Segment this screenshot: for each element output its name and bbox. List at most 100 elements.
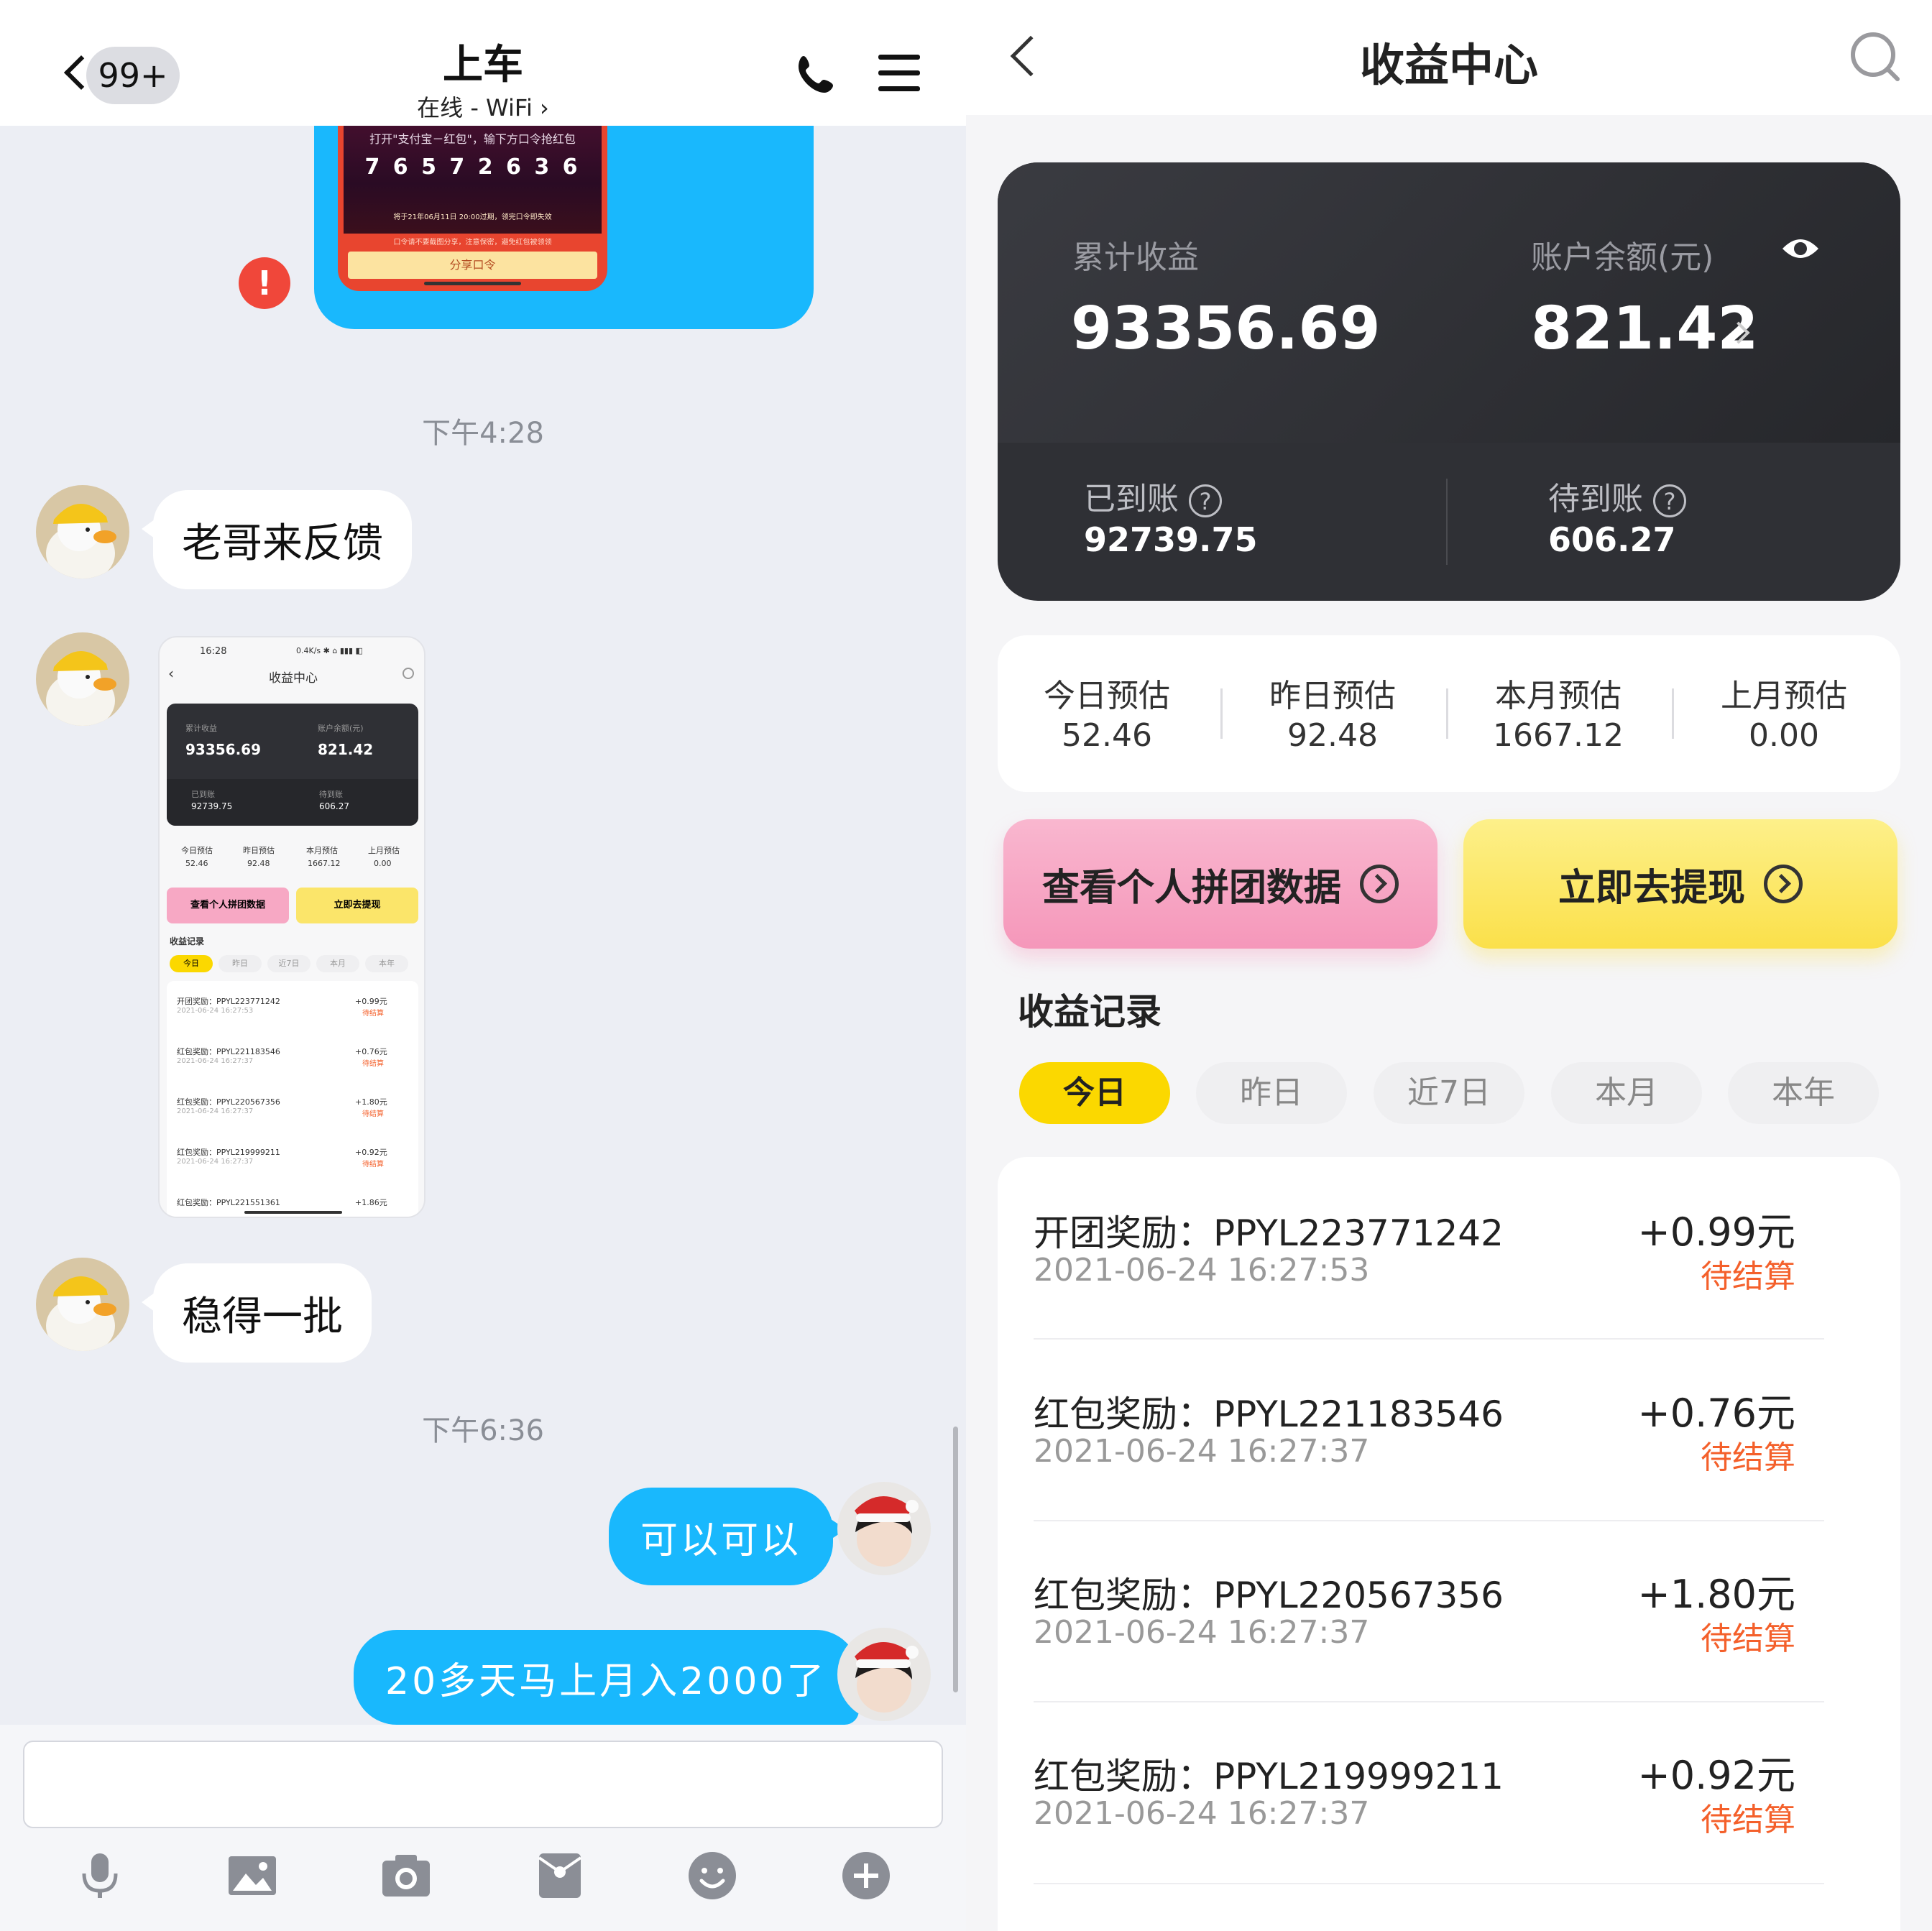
thumb-tab: 今日 [170, 955, 213, 972]
withdraw-label: 立即去提现 [1558, 866, 1745, 910]
balance-label: 账户余额(元) [1531, 239, 1714, 276]
send-failed-icon[interactable]: ! [239, 257, 290, 309]
estimate-label: 昨日预估 [1269, 678, 1396, 714]
phone-icon[interactable] [794, 52, 840, 98]
share-code-button[interactable]: 分享口令 [348, 252, 597, 279]
thumb-bal-label: 账户余额(元) [318, 724, 364, 733]
estimate-card: 今日预估 52.46 昨日预估 92.48 本月预估 1667.12 上月预估 … [998, 635, 1900, 792]
record-amount: +0.99元 [1637, 1209, 1795, 1255]
thumb-status-time: 16:28 [200, 646, 227, 657]
chat-scrollbar[interactable] [953, 1427, 958, 1692]
earnings-summary-card: 累计收益 账户余额(元) 93356.69 821.42 已到账 ? 待到账 ?… [998, 162, 1900, 601]
tab-month[interactable]: 本月 [1551, 1062, 1702, 1124]
thumb-est-value: 0.00 [374, 859, 392, 868]
help-icon[interactable]: ? [1189, 484, 1222, 517]
income-header: 收益中心 [966, 0, 1932, 115]
record-amount: +0.76元 [1637, 1391, 1795, 1436]
camera-icon[interactable] [381, 1851, 431, 1901]
message-bubble[interactable]: 老哥来反馈 [142, 490, 412, 589]
page-title: 收益中心 [1359, 39, 1538, 91]
thumb-records-title: 收益记录 [170, 936, 205, 946]
help-icon[interactable]: ? [1653, 484, 1686, 517]
message-text: 老哥来反馈 [182, 520, 383, 567]
message-bubble[interactable]: 稳得一批 [142, 1263, 372, 1363]
contact-avatar[interactable] [36, 1258, 129, 1351]
thumb-est-label: 本月预估 [306, 846, 338, 855]
thumb-est-value: 52.46 [185, 859, 208, 868]
thumb-dark-card: 累计收益 账户余额(元) 93356.69 821.42 已到账 待到账 927… [167, 704, 418, 826]
cumulative-label: 累计收益 [1072, 239, 1199, 276]
timestamp: 下午4:28 [422, 417, 544, 450]
record-state: 待结算 [1701, 1621, 1795, 1657]
record-time: 2021-06-24 16:27:37 [1034, 1795, 1370, 1832]
record-time: 2021-06-24 16:27:37 [1034, 1433, 1370, 1470]
arrived-value: 92739.75 [1084, 520, 1258, 559]
thumb-row-amount: +1.86元 [355, 1198, 387, 1207]
search-icon[interactable] [1847, 29, 1905, 86]
image-icon[interactable] [227, 1851, 277, 1901]
tab-yesterday[interactable]: 昨日 [1196, 1062, 1347, 1124]
red-packet-icon[interactable] [535, 1851, 585, 1901]
my-avatar[interactable] [837, 1482, 931, 1575]
contact-avatar[interactable] [36, 632, 129, 726]
tab-7days[interactable]: 近7日 [1374, 1062, 1524, 1124]
estimate-value: 92.48 [1287, 717, 1378, 754]
my-avatar[interactable] [837, 1628, 931, 1721]
thumb-est-label: 今日预估 [181, 846, 213, 855]
contact-avatar[interactable] [36, 485, 129, 579]
group-data-label: 查看个人拼团数据 [1041, 866, 1341, 910]
message-text: 20多天马上月入2000了 [385, 1659, 827, 1703]
plus-icon[interactable] [841, 1851, 891, 1901]
thumb-bal-value: 821.42 [318, 741, 374, 758]
thumb-row-title: 红包奖励：PPYL220567356 [177, 1097, 280, 1107]
group-data-button[interactable]: 查看个人拼团数据 [1003, 819, 1438, 949]
thumb-row-amount: +0.76元 [355, 1047, 387, 1056]
records-title: 收益记录 [1018, 991, 1162, 1033]
estimate-label: 本月预估 [1495, 678, 1622, 714]
record-state: 待结算 [1701, 1258, 1795, 1295]
estimate-value: 1667.12 [1493, 717, 1624, 754]
arrived-label-text: 已到账 [1084, 481, 1179, 517]
thumb-tab: 近7日 [267, 955, 310, 972]
thumb-row-title: 红包奖励：PPYL221551361 [177, 1198, 280, 1207]
record-time: 2021-06-24 16:27:53 [1034, 1252, 1370, 1289]
thumb-cum-label: 累计收益 [185, 724, 217, 733]
my-message-bubble[interactable]: 可以可以 [609, 1488, 847, 1585]
tab-year[interactable]: 本年 [1728, 1062, 1879, 1124]
record-title: 红包奖励：PPYL219999211 [1034, 1756, 1504, 1797]
thumb-status-icons: 0.4K/s ✱ ⌂ ▮▮▮ ◧ [296, 646, 363, 655]
status-text: 在线 - WiFi [417, 94, 533, 121]
thumb-tab: 本月 [316, 955, 359, 972]
thumb-row-state: 待结算 [362, 1161, 384, 1169]
estimate-label: 今日预估 [1044, 678, 1170, 714]
emoji-icon[interactable] [687, 1851, 737, 1901]
records-list: 开团奖励：PPYL223771242 2021-06-24 16:27:53 +… [998, 1157, 1900, 1931]
my-message-bubble[interactable]: 20多天马上月入2000了 [354, 1630, 872, 1725]
record-time: 2021-06-24 16:27:37 [1034, 1614, 1370, 1651]
red-packet-hint: 打开"支付宝－红包"，输下方口令抢红包 [369, 132, 576, 146]
screenshot-thumbnail[interactable]: 16:28 0.4K/s ✱ ⌂ ▮▮▮ ◧ ‹ 收益中心 累计收益 账户余额(… [158, 636, 426, 1218]
arrow-circle-icon [1360, 865, 1399, 903]
thumb-est-label: 上月预估 [368, 846, 400, 855]
chat-panel: 打开"支付宝－红包"，输下方口令抢红包 7 6 5 7 2 6 3 6 将于21… [0, 0, 966, 1931]
tab-today[interactable]: 今日 [1019, 1062, 1170, 1124]
menu-icon[interactable] [878, 55, 920, 60]
red-packet-warning: 口令请不要截图分享，注意保密，避免红包被领领 [393, 239, 552, 246]
balance-value[interactable]: 821.42 [1531, 295, 1758, 363]
record-state: 待结算 [1701, 1439, 1795, 1476]
thumb-row-amount: +0.92元 [355, 1148, 387, 1157]
thumb-search-icon [402, 668, 414, 679]
eye-icon[interactable] [1781, 236, 1820, 262]
thumb-row-time: 2021-06-24 16:27:37 [177, 1107, 254, 1115]
thumb-row-time: 2021-06-24 16:27:53 [177, 1007, 254, 1015]
thumb-records-list: 开团奖励：PPYL223771242 2021-06-24 16:27:53 +… [167, 981, 418, 1217]
message-input[interactable] [23, 1741, 943, 1828]
red-packet-image[interactable]: 打开"支付宝－红包"，输下方口令抢红包 7 6 5 7 2 6 3 6 将于21… [338, 108, 607, 291]
thumb-row-time: 2021-06-24 16:27:37 [177, 1158, 254, 1166]
withdraw-button[interactable]: 立即去提现 [1463, 819, 1898, 949]
record-amount: +1.80元 [1637, 1572, 1795, 1617]
thumb-group-data-button: 查看个人拼团数据 [167, 888, 289, 923]
message-text: 可以可以 [640, 1518, 802, 1562]
microphone-icon[interactable] [75, 1851, 125, 1901]
thumb-pending-label: 待到账 [319, 790, 343, 799]
